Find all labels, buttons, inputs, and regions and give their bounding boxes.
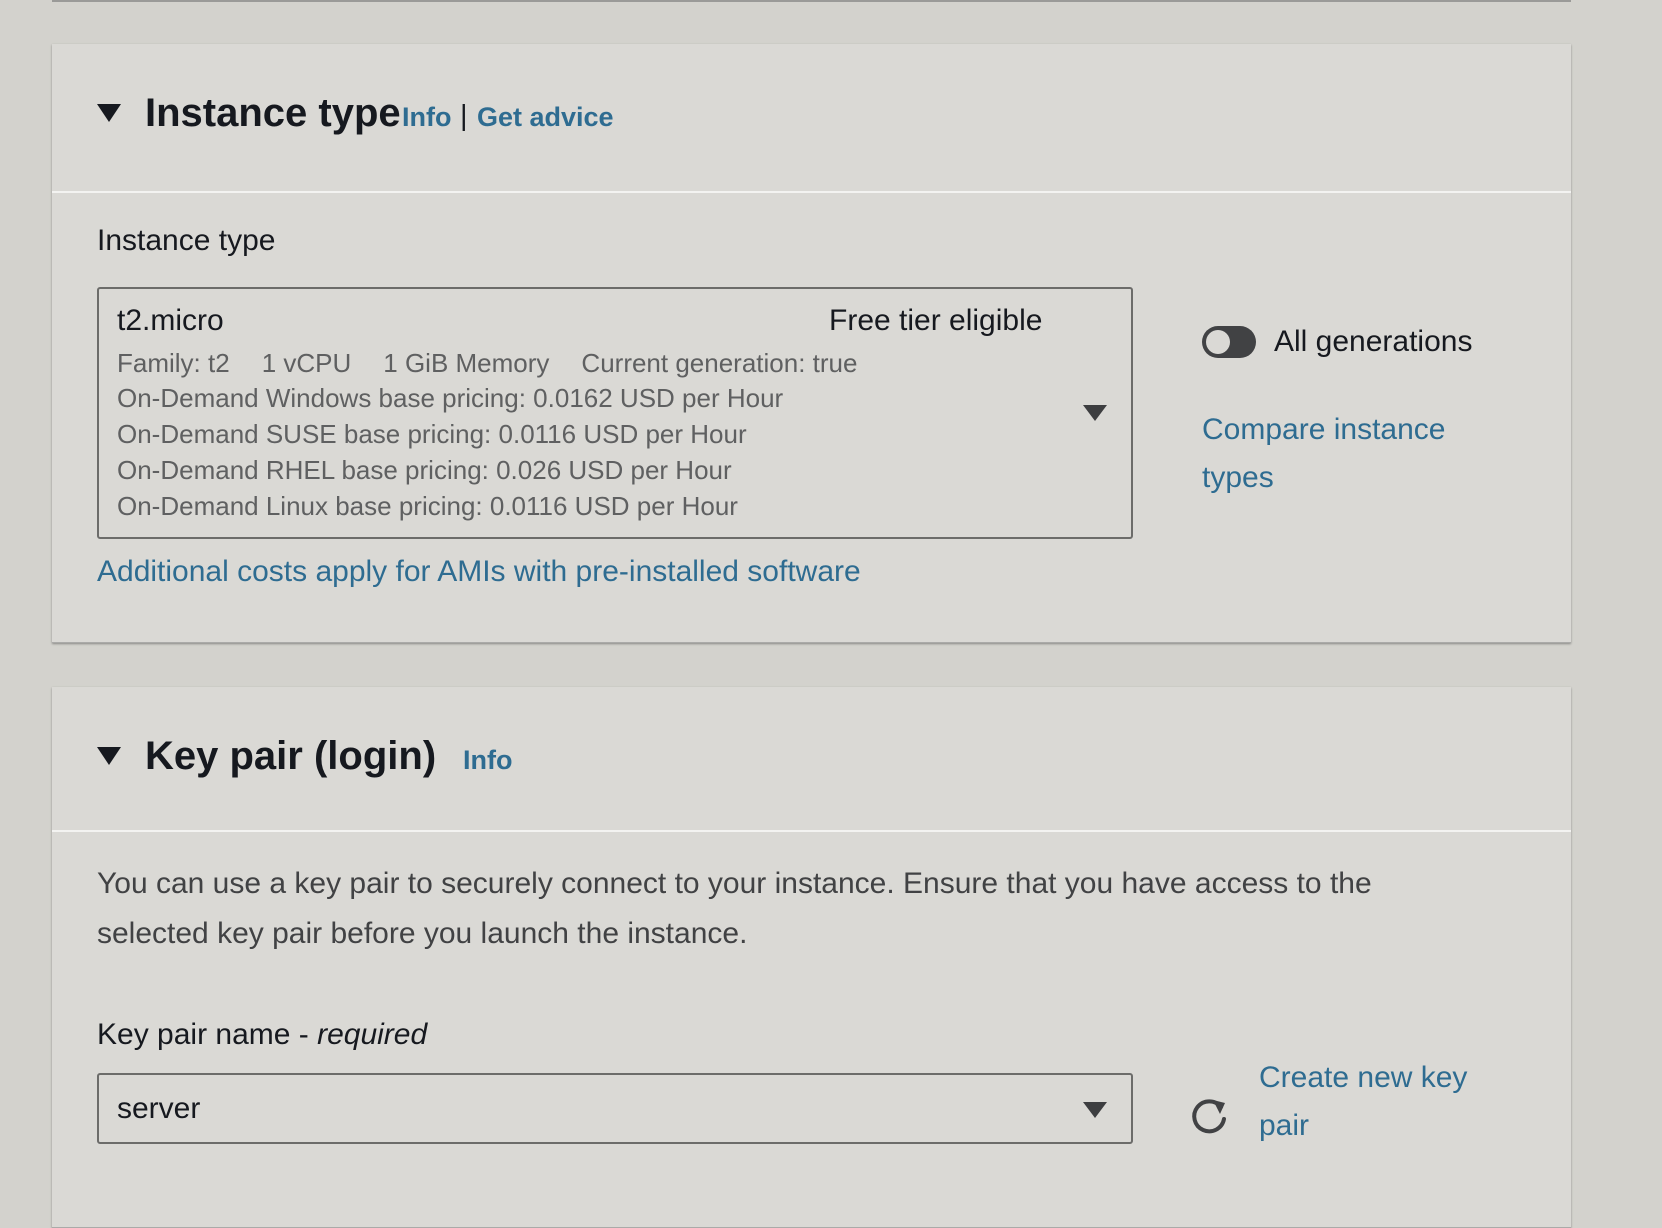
- caret-down-icon[interactable]: [1083, 1102, 1107, 1118]
- key-pair-panel: Key pair (login) Info You can use a key …: [52, 687, 1571, 1228]
- key-pair-label-text: Key pair name -: [97, 1018, 318, 1051]
- instance-type-field-label: Instance type: [97, 224, 276, 257]
- caret-down-icon[interactable]: [1083, 405, 1107, 421]
- create-key-pair-link[interactable]: Create new key pair: [1259, 1054, 1467, 1150]
- instance-specs: Family: t2 1 vCPU 1 GiB Memory Current gene…: [117, 346, 889, 380]
- caret-down-icon[interactable]: [97, 747, 121, 765]
- key-pair-info-link[interactable]: Info: [463, 743, 512, 777]
- all-generations-toggle[interactable]: [1202, 326, 1256, 358]
- key-pair-description: You can use a key pair to securely conne…: [97, 867, 1372, 950]
- instance-type-title: Instance type: [145, 91, 401, 135]
- instance-type-select[interactable]: t2.micro Free tier eligible Family: t2 1 …: [97, 287, 1133, 539]
- key-pair-value: server: [117, 1092, 201, 1125]
- instance-type-header[interactable]: Instance type Info | Get advice: [52, 44, 1571, 193]
- caret-down-icon[interactable]: [97, 104, 121, 122]
- required-marker: required: [317, 1018, 428, 1051]
- additional-costs-link[interactable]: Additional costs apply for AMIs with pre…: [97, 548, 861, 596]
- compare-link-line2: types: [1202, 461, 1274, 494]
- instance-type-info-link[interactable]: Info: [402, 100, 451, 134]
- link-separator: |: [460, 100, 468, 132]
- key-pair-header[interactable]: Key pair (login) Info: [52, 687, 1571, 832]
- pricing-linux: On-Demand Linux base pricing: 0.0116 USD…: [117, 491, 738, 521]
- key-pair-field-label: Key pair name - required: [97, 1016, 427, 1054]
- instance-family: Family: t2: [117, 348, 230, 378]
- instance-generation: Current generation: true: [581, 348, 858, 378]
- pricing-rhel: On-Demand RHEL base pricing: 0.026 USD p…: [117, 455, 732, 485]
- previous-panel-edge: [52, 0, 1571, 2]
- refresh-icon[interactable]: [1188, 1095, 1230, 1137]
- instance-memory: 1 GiB Memory: [383, 348, 550, 378]
- pricing-windows: On-Demand Windows base pricing: 0.0162 U…: [117, 383, 784, 413]
- create-link-line2: pair: [1259, 1109, 1310, 1142]
- key-pair-title: Key pair (login): [145, 734, 437, 778]
- create-link-line1: Create new key: [1259, 1061, 1468, 1094]
- compare-link-line1: Compare instance: [1202, 413, 1446, 446]
- compare-instance-types-link[interactable]: Compare instance types: [1202, 406, 1445, 502]
- instance-type-panel: Instance type Info | Get advice Instance…: [52, 44, 1571, 643]
- free-tier-badge: Free tier eligible: [829, 304, 1043, 337]
- instance-vcpu: 1 vCPU: [261, 348, 352, 378]
- key-pair-select[interactable]: server: [97, 1073, 1133, 1144]
- all-generations-label: All generations: [1274, 325, 1473, 358]
- instance-type-name: t2.micro: [117, 304, 224, 337]
- get-advice-link[interactable]: Get advice: [477, 100, 614, 134]
- pricing-suse: On-Demand SUSE base pricing: 0.0116 USD …: [117, 419, 747, 449]
- toggle-knob: [1206, 330, 1230, 354]
